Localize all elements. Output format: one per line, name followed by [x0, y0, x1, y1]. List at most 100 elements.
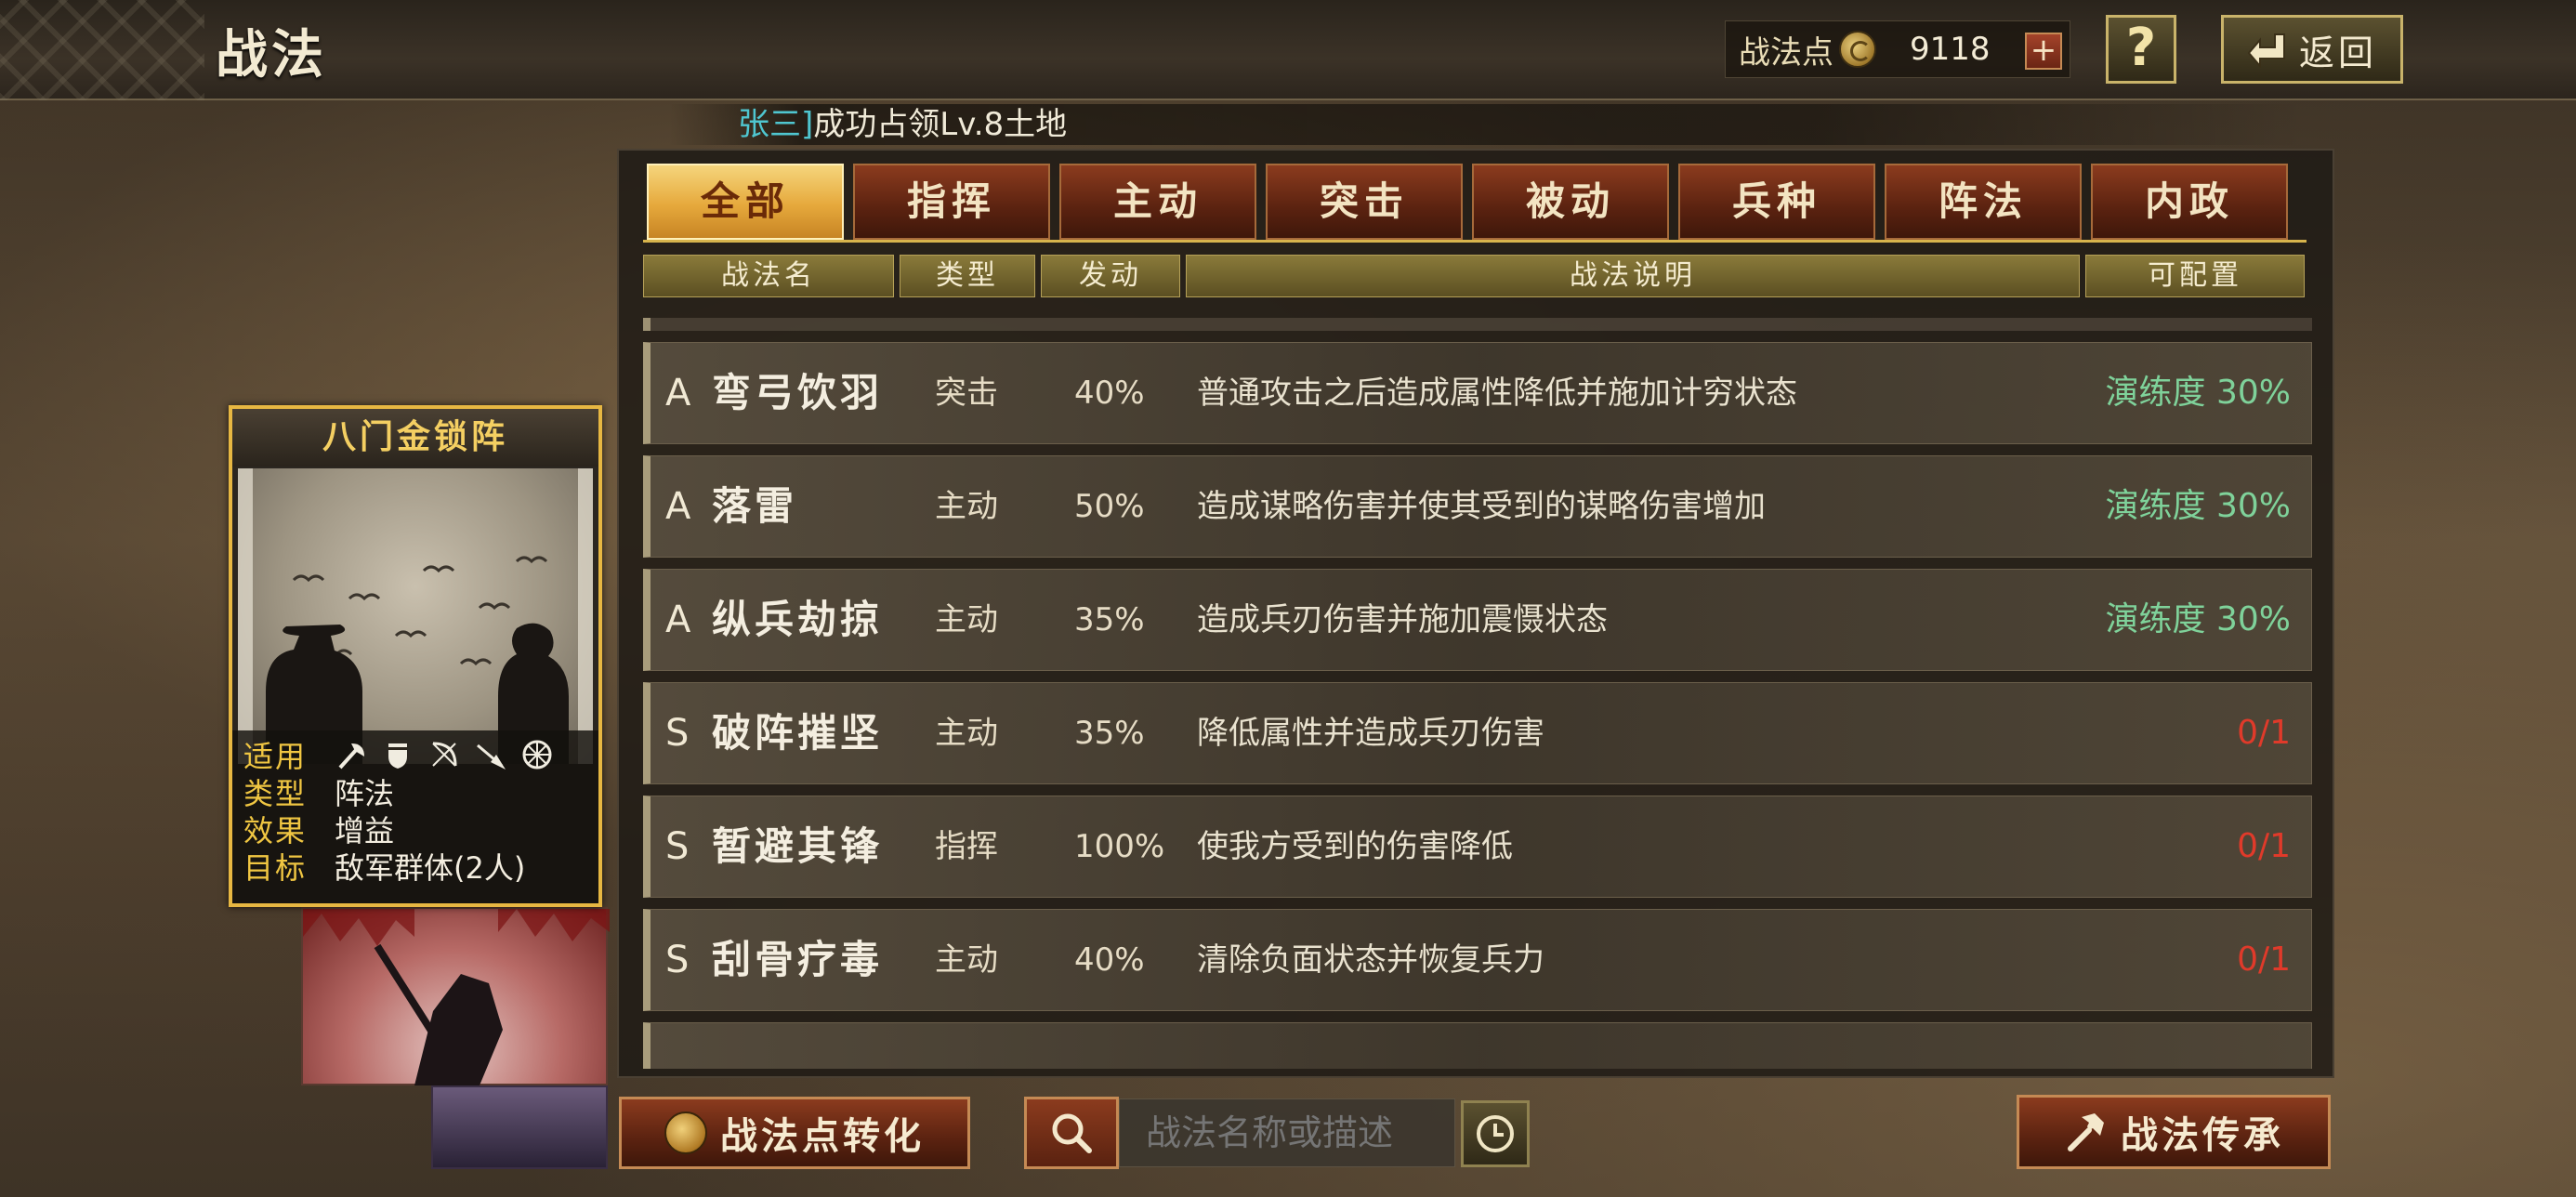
info-row-type: 类型 阵法 [243, 773, 598, 811]
card-artwork [238, 468, 593, 764]
top-bar: 战法 战法点 9118 + ? 返回 [0, 0, 2576, 100]
skill-grade: S [665, 825, 690, 868]
rider-silhouette-icon [303, 909, 610, 1085]
skill-type: 指挥 [935, 828, 998, 865]
table-row[interactable]: A 纵兵劫掠 主动 35% 造成兵刃伤害并施加震慑状态 演练度 30% [643, 569, 2312, 671]
skill-grade: S [665, 712, 690, 755]
skill-config: 演练度 30% [2105, 374, 2291, 412]
tab-assault[interactable]: 突击 [1266, 164, 1463, 240]
tab-all[interactable]: 全部 [647, 164, 844, 240]
decorative-pattern [0, 0, 204, 100]
skill-type: 突击 [935, 375, 998, 412]
table-row[interactable]: S 刮骨疗毒 主动 40% 清除负面状态并恢复兵力 0/1 [643, 909, 2312, 1011]
tab-active[interactable]: 主动 [1059, 164, 1256, 240]
artwork-illustration [238, 468, 593, 764]
info-value-target: 敌军群体(2人) [335, 850, 526, 886]
skill-name: 破阵摧坚 [712, 710, 884, 756]
skill-description: 造成谋略伤害并使其受到的谋略伤害增加 [1197, 488, 1766, 525]
column-headers: 战法名 类型 发动 战法说明 可配置 [643, 255, 2305, 297]
category-tabs: 全部 指挥 主动 突击 被动 兵种 阵法 内政 [647, 164, 2288, 240]
hero-portrait-secondary[interactable] [431, 1085, 608, 1169]
skill-grade: S [665, 939, 690, 981]
search-button[interactable] [1024, 1097, 1119, 1169]
back-label: 返回 [2298, 32, 2377, 73]
skill-type: 主动 [935, 715, 998, 752]
troop-icons [335, 738, 554, 771]
skill-name: 弯弓饮羽 [712, 370, 884, 415]
formation-card[interactable]: 八门金锁阵 适用 类型 阵法 效果 增益 目标 敌军群体(2人) [229, 405, 602, 907]
history-button[interactable] [1461, 1100, 1530, 1167]
shield-icon [388, 743, 407, 769]
table-row-partial[interactable] [643, 1022, 2312, 1069]
skill-name: 暂避其锋 [712, 823, 884, 869]
card-title: 八门金锁阵 [232, 409, 598, 467]
skill-grade: A [665, 485, 691, 528]
broadcast-notice: 张三]成功占领Lv.8土地 [669, 104, 2305, 145]
info-row-target: 目标 敌军群体(2人) [243, 848, 598, 886]
table-row[interactable]: A 弯弓饮羽 突击 40% 普通攻击之后造成属性降低并施加计穷状态 演练度 30… [643, 342, 2312, 444]
tab-passive[interactable]: 被动 [1472, 164, 1669, 240]
tab-troop[interactable]: 兵种 [1678, 164, 1875, 240]
col-header-type[interactable]: 类型 [900, 255, 1035, 297]
notice-text: 成功占领Lv.8土地 [813, 106, 1068, 143]
tactic-coin-icon [664, 1112, 707, 1154]
table-row[interactable]: S 破阵摧坚 主动 35% 降低属性并造成兵刃伤害 0/1 [643, 682, 2312, 784]
hero-portrait[interactable] [301, 907, 610, 1085]
card-info: 适用 类型 阵法 效果 增益 目标 敌军群体(2人) [232, 730, 598, 903]
skill-config: 0/1 [2237, 940, 2291, 979]
tactics-panel: 全部 指挥 主动 突击 被动 兵种 阵法 内政 战法名 类型 发动 战法说明 可… [617, 149, 2334, 1078]
convert-points-button[interactable]: 战法点转化 [619, 1097, 970, 1169]
convert-points-label: 战法点转化 [720, 1115, 925, 1158]
skill-type: 主动 [935, 941, 998, 979]
tactic-points-display: 战法点 9118 + [1725, 20, 2070, 78]
skill-description: 造成兵刃伤害并施加震慑状态 [1197, 601, 1608, 638]
tactic-coin-icon [1839, 31, 1876, 68]
list-row-partial [643, 318, 2312, 331]
table-row[interactable]: S 暂避其锋 指挥 100% 使我方受到的伤害降低 0/1 [643, 796, 2312, 898]
inherit-tactic-button[interactable]: 战法传承 [2017, 1095, 2331, 1169]
tab-formation[interactable]: 阵法 [1885, 164, 2082, 240]
help-button[interactable]: ? [2106, 15, 2176, 84]
add-points-button[interactable]: + [2025, 33, 2062, 70]
skill-rate: 50% [1074, 488, 1145, 525]
search-input[interactable] [1119, 1098, 1455, 1167]
skill-name: 落雷 [712, 483, 798, 529]
skill-rate: 100% [1074, 828, 1165, 865]
tab-command[interactable]: 指挥 [853, 164, 1050, 240]
info-key-target: 目标 [243, 850, 308, 886]
axe-icon [338, 743, 364, 770]
info-row-effect: 效果 增益 [243, 810, 598, 848]
skill-rate: 35% [1074, 601, 1145, 638]
tactics-list[interactable]: A 弯弓饮羽 突击 40% 普通攻击之后造成属性降低并施加计穷状态 演练度 30… [643, 312, 2314, 1069]
col-header-config[interactable]: 可配置 [2085, 255, 2305, 297]
wheel-icon [522, 740, 552, 770]
skill-type: 主动 [935, 601, 998, 638]
tactic-points-value: 9118 [1910, 31, 1991, 68]
back-arrow-icon [2247, 33, 2285, 68]
skill-grade: A [665, 598, 691, 641]
skill-description: 降低属性并造成兵刃伤害 [1197, 715, 1544, 752]
info-row-apply: 适用 [243, 736, 598, 774]
hammer-icon [2068, 1113, 2104, 1151]
skill-description: 普通攻击之后造成属性降低并施加计穷状态 [1197, 375, 1797, 412]
skill-rate: 35% [1074, 715, 1145, 752]
skill-type: 主动 [935, 488, 998, 525]
col-header-rate[interactable]: 发动 [1041, 255, 1180, 297]
skill-name: 纵兵劫掠 [712, 597, 884, 642]
skill-config: 0/1 [2237, 714, 2291, 752]
search-icon [1052, 1113, 1092, 1153]
bow-icon [432, 742, 457, 767]
tactic-points-label: 战法点 [1739, 33, 1833, 72]
skill-name: 刮骨疗毒 [712, 937, 884, 982]
inherit-tactic-label: 战法传承 [2121, 1114, 2284, 1157]
table-row[interactable]: A 落雷 主动 50% 造成谋略伤害并使其受到的谋略伤害增加 演练度 30% [643, 455, 2312, 558]
col-header-name[interactable]: 战法名 [643, 255, 894, 297]
clock-icon [1477, 1115, 1514, 1152]
skill-rate: 40% [1074, 941, 1145, 979]
tab-internal[interactable]: 内政 [2091, 164, 2288, 240]
skill-config: 演练度 30% [2105, 600, 2291, 638]
skill-grade: A [665, 372, 691, 414]
skill-description: 清除负面状态并恢复兵力 [1197, 941, 1544, 979]
back-button[interactable]: 返回 [2221, 15, 2403, 84]
col-header-desc: 战法说明 [1186, 255, 2080, 297]
